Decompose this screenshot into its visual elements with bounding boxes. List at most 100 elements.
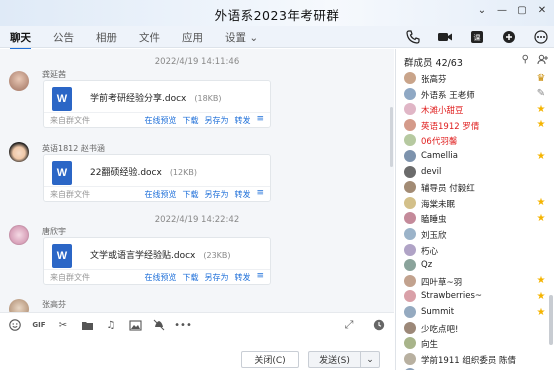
member-avatar <box>404 150 416 162</box>
member-avatar <box>404 103 416 116</box>
member-item[interactable]: 瞌睡虫 ★ <box>396 211 554 226</box>
member-item[interactable]: 海棠未眠 ★ <box>396 196 554 211</box>
classroom-icon[interactable]: 课 <box>468 28 486 46</box>
file-card[interactable]: W 22翻硕经验.docx (12KB) 来自群文件 在线预览 下载 另存为 转发… <box>43 154 271 202</box>
chevron-down-icon[interactable]: ⌄ <box>474 2 490 18</box>
more-icon[interactable] <box>532 28 550 46</box>
tab-apps[interactable]: 应用 <box>182 30 203 45</box>
add-member-icon[interactable] <box>537 54 548 68</box>
avatar[interactable] <box>9 225 29 245</box>
emoji-icon[interactable] <box>8 318 22 332</box>
forward-link[interactable]: 转发 <box>234 115 250 126</box>
member-item[interactable]: 木滩小甜豆 ★ <box>396 102 554 117</box>
forward-link[interactable]: 转发 <box>234 272 250 283</box>
member-item[interactable]: 朽心 <box>396 243 554 258</box>
member-avatar <box>404 352 416 365</box>
member-item[interactable]: 四叶草~羽 ★ <box>396 274 554 289</box>
save-as-link[interactable]: 另存为 <box>204 189 228 200</box>
file-size: (18KB) <box>194 94 222 103</box>
member-count: 群成员 42/63 <box>404 58 463 69</box>
file-name[interactable]: 学前考研经验分享.docx (18KB) <box>90 91 222 104</box>
member-item[interactable]: 外语系 王老师 ✎ <box>396 87 554 102</box>
save-as-link[interactable]: 另存为 <box>204 115 228 126</box>
file-actions: 来自群文件 在线预览 下载 另存为 转发 ≡ <box>44 269 270 284</box>
member-panel: 群成员 42/63 ⚲ 张高芬 ♛ 外语系 王老师 ✎ 木滩小甜豆 ★ 英语1912 罗倩 ★… <box>395 49 554 370</box>
member-item[interactable]: Strawberries~ ★ <box>396 289 554 304</box>
admin-star-icon: ★ <box>536 150 546 162</box>
preview-link[interactable]: 在线预览 <box>144 272 176 283</box>
member-name: devil <box>421 166 442 177</box>
download-link[interactable]: 下载 <box>182 189 198 200</box>
member-item[interactable]: 少吃点吧! <box>396 321 554 336</box>
file-source: 来自群文件 <box>50 190 90 199</box>
phone-icon[interactable] <box>404 28 422 46</box>
member-item[interactable]: 张高芬 ♛ <box>396 71 554 86</box>
image-icon[interactable] <box>128 318 142 332</box>
add-icon[interactable] <box>500 28 518 46</box>
close-button[interactable]: 关闭(C) <box>241 351 299 368</box>
member-name: 外语系 王老师 <box>421 90 475 101</box>
chat-area[interactable]: 2022/4/19 14:11:46 龚延茜 W 学前考研经验分享.docx (1… <box>0 49 394 312</box>
scissors-icon[interactable]: ✂ <box>56 318 70 332</box>
message-input[interactable]: 关闭(C) 发送(S) ⌄ <box>0 336 394 370</box>
member-name: 06代羽馨 <box>421 137 458 148</box>
member-name: 四叶草~羽 <box>421 277 463 288</box>
file-name[interactable]: 文学或语言学经验贴.docx (23KB) <box>90 248 231 261</box>
more-icon[interactable]: ••• <box>174 318 192 332</box>
forward-link[interactable]: 转发 <box>234 189 250 200</box>
close-icon[interactable]: ✕ <box>534 2 550 18</box>
menu-icon[interactable]: ≡ <box>256 115 264 126</box>
expand-icon[interactable]: ⤢ <box>342 318 356 332</box>
search-icon[interactable]: ⚲ <box>522 54 529 68</box>
gif-icon[interactable]: GIF <box>32 318 46 332</box>
video-icon[interactable] <box>436 28 454 46</box>
file-name[interactable]: 22翻硕经验.docx (12KB) <box>90 165 197 178</box>
send-options-dropdown[interactable]: ⌄ <box>360 351 380 368</box>
tab-chat[interactable]: 聊天 <box>10 30 31 50</box>
save-as-link[interactable]: 另存为 <box>204 272 228 283</box>
file-card[interactable]: W 文学或语言学经验贴.docx (23KB) 来自群文件 在线预览 下载 另存为… <box>43 237 271 285</box>
member-scrollbar[interactable] <box>549 295 553 345</box>
download-link[interactable]: 下载 <box>182 272 198 283</box>
music-icon[interactable]: ♫ <box>104 318 118 332</box>
member-item[interactable]: Camellia ★ <box>396 149 554 164</box>
member-item[interactable]: 学前1911 组织委员 陈倩 <box>396 352 554 367</box>
admin-star-icon: ★ <box>536 306 546 318</box>
member-item[interactable]: 辅导员 付毅红 <box>396 180 554 195</box>
chat-scrollbar[interactable] <box>390 107 393 167</box>
member-item[interactable]: Summit ★ <box>396 305 554 320</box>
member-item[interactable]: 向生 <box>396 336 554 351</box>
avatar[interactable] <box>9 142 29 162</box>
tab-files[interactable]: 文件 <box>139 30 160 45</box>
member-item[interactable]: 刘玉欣 <box>396 227 554 242</box>
top-actions: 课 <box>404 28 550 46</box>
edit-icon: ✎ <box>536 88 546 100</box>
member-item[interactable]: 06代羽馨 <box>396 133 554 148</box>
member-name: 学前1911 组织委员 陈倩 <box>421 355 517 366</box>
preview-link[interactable]: 在线预览 <box>144 115 176 126</box>
member-item[interactable]: Qz <box>396 258 554 273</box>
maximize-icon[interactable]: ▢ <box>514 2 530 18</box>
tab-album[interactable]: 相册 <box>96 30 117 45</box>
send-button[interactable]: 发送(S) <box>308 351 360 368</box>
download-link[interactable]: 下载 <box>182 115 198 126</box>
minimize-icon[interactable]: — <box>494 2 510 18</box>
member-item[interactable]: devil <box>396 165 554 180</box>
member-avatar <box>404 274 416 287</box>
member-item[interactable]: 英语1912 罗倩 ★ <box>396 118 554 133</box>
preview-link[interactable]: 在线预览 <box>144 189 176 200</box>
menu-icon[interactable]: ≡ <box>256 272 264 283</box>
menu-icon[interactable]: ≡ <box>256 189 264 200</box>
history-icon[interactable] <box>372 318 386 332</box>
tabs: 聊天 公告 相册 文件 应用 设置 ⌄ <box>10 30 280 50</box>
avatar[interactable] <box>9 299 29 312</box>
file-card[interactable]: W 学前考研经验分享.docx (18KB) 来自群文件 在线预览 下载 另存为 … <box>43 80 271 128</box>
tab-announcement[interactable]: 公告 <box>53 30 74 45</box>
folder-icon[interactable] <box>80 318 94 332</box>
admin-star-icon: ★ <box>536 103 546 115</box>
tab-settings[interactable]: 设置 ⌄ <box>225 30 258 45</box>
member-name: Camellia <box>421 151 458 161</box>
title-bar: 外语系2023年考研群 ⌄ — ▢ ✕ <box>0 0 554 26</box>
mute-icon[interactable] <box>152 318 166 332</box>
avatar[interactable] <box>9 71 29 91</box>
